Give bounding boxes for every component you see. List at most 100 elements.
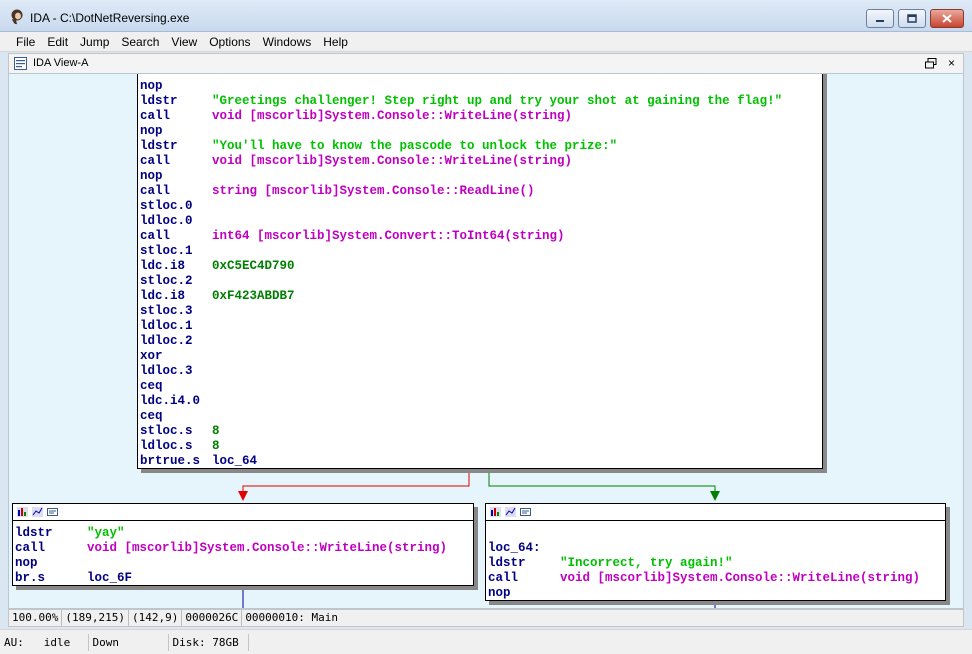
close-button[interactable] [930, 9, 964, 28]
instruction-operand: 8 [212, 439, 220, 453]
instruction-mnemonic: ldstr [140, 94, 178, 108]
code-line[interactable]: ceq [140, 409, 782, 424]
close-view-icon[interactable]: × [948, 56, 955, 70]
code-line[interactable]: stloc.3 [140, 304, 782, 319]
instruction-mnemonic: call [140, 184, 171, 198]
code-line[interactable]: nop [15, 556, 447, 571]
code-line[interactable]: ldloc.s 8 [140, 439, 782, 454]
code-line[interactable]: call void [mscorlib]System.Console::Write… [140, 154, 782, 169]
code-line[interactable]: xor [140, 349, 782, 364]
zoom-level: 100.00% [9, 610, 63, 626]
code-line[interactable]: ldc.i8 0xF423ABDB7 [140, 289, 782, 304]
code-line[interactable]: ldstr "You'll have to know the pascode to… [140, 139, 782, 154]
au-value: idle [43, 635, 71, 649]
graph-color-icon[interactable] [490, 507, 501, 517]
instruction-mnemonic: loc_64: [488, 541, 541, 555]
menu-file[interactable]: File [10, 32, 41, 52]
code-line[interactable]: ldstr "Incorrect, try again!" [488, 556, 920, 571]
graph-node-yay[interactable]: ldstr "yay" call void [mscorlib]System.Cons… [12, 503, 474, 586]
node-header [486, 504, 945, 521]
instruction-operand: int64 [mscorlib]System.Convert::ToInt64(… [212, 229, 565, 243]
code-line[interactable]: loc_64: [488, 541, 920, 556]
code-line[interactable]: ldloc.2 [140, 334, 782, 349]
instruction-mnemonic: stloc.1 [140, 244, 193, 258]
code-line[interactable]: stloc.0 [140, 199, 782, 214]
instruction-mnemonic: ldloc.1 [140, 319, 193, 333]
file-offset: 0000026C [182, 610, 243, 626]
graph-text-icon[interactable] [47, 507, 58, 517]
code-line[interactable]: call void [mscorlib]System.Console::Write… [140, 109, 782, 124]
menu-jump[interactable]: Jump [74, 32, 115, 52]
code-line[interactable]: stloc.2 [140, 274, 782, 289]
instruction-operand: string [mscorlib]System.Console::ReadLin… [212, 184, 535, 198]
code-line[interactable]: stloc.s 8 [140, 424, 782, 439]
graph-set-icon[interactable] [32, 507, 43, 517]
minimize-icon [876, 19, 884, 22]
graph-coordinates-bar: 100.00% (189,215) (142,9) 0000026C 00000… [8, 609, 964, 627]
edge-false [242, 473, 470, 497]
instruction-mnemonic: brtrue.s [140, 454, 201, 468]
code-line[interactable]: ldloc.3 [140, 364, 782, 379]
graph-node-loc64[interactable]: loc_64: ldstr "Incorrect, try again!" call v… [485, 503, 946, 601]
instruction-operand: void [mscorlib]System.Console::WriteLine… [560, 571, 921, 585]
code-line[interactable] [488, 526, 920, 541]
menu-windows[interactable]: Windows [257, 32, 318, 52]
maximize-button[interactable] [898, 9, 926, 28]
menu-edit[interactable]: Edit [41, 32, 74, 52]
code-line[interactable]: ceq [140, 379, 782, 394]
code-line[interactable]: brtrue.s loc_64 [140, 454, 782, 469]
ida-view-tab-title[interactable]: IDA View-A [33, 57, 88, 69]
instruction-operand: "Incorrect, try again!" [560, 556, 733, 570]
au-label: AU: [4, 635, 24, 649]
code-line[interactable]: ldloc.0 [140, 214, 782, 229]
code-line[interactable]: ldstr "Greetings challenger! Step right u… [140, 94, 782, 109]
instruction-mnemonic: nop [15, 556, 38, 570]
instruction-mnemonic: ldloc.s [140, 439, 193, 453]
code-line[interactable]: stloc.1 [140, 244, 782, 259]
instruction-mnemonic: br.s [15, 571, 46, 585]
graph-view[interactable]: nop ldstr "Greetings challenger! Step righ… [8, 73, 964, 609]
window-title: IDA - C:\DotNetReversing.exe [30, 11, 190, 25]
instruction-mnemonic: ldc.i8 [140, 259, 186, 273]
instruction-operand: void [mscorlib]System.Console::WriteLine… [212, 109, 573, 123]
instruction-mnemonic: nop [140, 169, 163, 183]
menu-view[interactable]: View [165, 32, 203, 52]
graph-node-main[interactable]: nop ldstr "Greetings challenger! Step righ… [137, 74, 823, 469]
instruction-operand: 0xF423ABDB7 [212, 289, 295, 303]
instruction-mnemonic: ldloc.2 [140, 334, 193, 348]
code-line[interactable]: call void [mscorlib]System.Console::Write… [488, 571, 920, 586]
edge-true-arrow [710, 491, 720, 501]
code-line[interactable]: br.s loc_6F [15, 571, 447, 586]
code-line[interactable]: call string [mscorlib]System.Console::Rea… [140, 184, 782, 199]
node-header [13, 504, 473, 521]
restore-icon[interactable] [925, 58, 937, 69]
code-line[interactable]: ldstr "yay" [15, 526, 447, 541]
instruction-mnemonic: call [140, 154, 171, 168]
current-address: 00000010: Main [245, 611, 339, 624]
code-line[interactable]: ldc.i4.0 [140, 394, 782, 409]
instruction-operand: loc_64 [212, 454, 258, 468]
instruction-mnemonic: nop [488, 586, 511, 600]
graph-color-icon[interactable] [17, 507, 28, 517]
instruction-mnemonic: ceq [140, 409, 163, 423]
instruction-operand: 8 [212, 424, 220, 438]
code-line[interactable]: call void [mscorlib]System.Console::Write… [15, 541, 447, 556]
minimize-button[interactable] [866, 9, 894, 28]
code-line[interactable]: nop [140, 79, 782, 94]
instruction-operand: 0xC5EC4D790 [212, 259, 295, 273]
code-line[interactable]: ldc.i8 0xC5EC4D790 [140, 259, 782, 274]
menu-help[interactable]: Help [317, 32, 354, 52]
code-line[interactable]: nop [488, 586, 920, 601]
instruction-mnemonic: call [140, 229, 171, 243]
menu-options[interactable]: Options [203, 32, 256, 52]
au-state: AU: idle [0, 633, 89, 651]
code-line[interactable]: nop [140, 169, 782, 184]
code-line[interactable]: nop [140, 124, 782, 139]
close-icon [942, 14, 952, 23]
code-line[interactable]: ldloc.1 [140, 319, 782, 334]
instruction-operand: "Greetings challenger! Step right up and… [212, 94, 783, 108]
graph-set-icon[interactable] [505, 507, 516, 517]
menu-search[interactable]: Search [115, 32, 165, 52]
graph-text-icon[interactable] [520, 507, 531, 517]
code-line[interactable]: call int64 [mscorlib]System.Convert::ToIn… [140, 229, 782, 244]
